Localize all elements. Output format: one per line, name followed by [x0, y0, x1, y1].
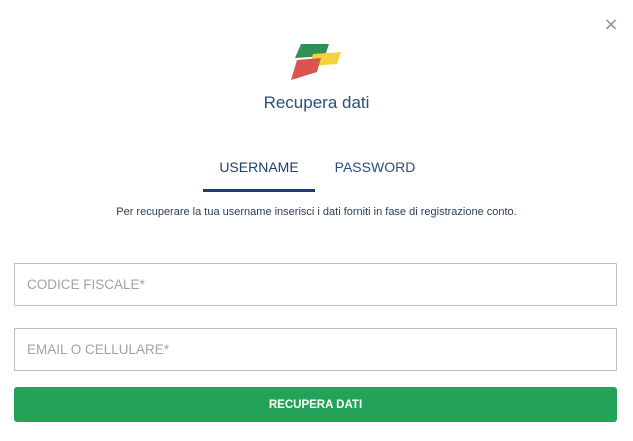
brand-logo	[291, 44, 341, 80]
recover-data-button[interactable]: RECUPERA DATI	[14, 387, 617, 422]
instructions-text: Per recuperare la tua username inserisci…	[116, 206, 517, 218]
tab-username[interactable]: USERNAME	[203, 154, 315, 192]
dialog-title: Recupera dati	[263, 93, 370, 112]
tab-password[interactable]: PASSWORD	[321, 154, 429, 192]
email-or-phone-input[interactable]	[14, 328, 617, 371]
codice-fiscale-input[interactable]	[14, 263, 617, 306]
close-icon[interactable]: ×	[601, 15, 621, 35]
recover-tabs: USERNAME PASSWORD	[203, 154, 429, 192]
